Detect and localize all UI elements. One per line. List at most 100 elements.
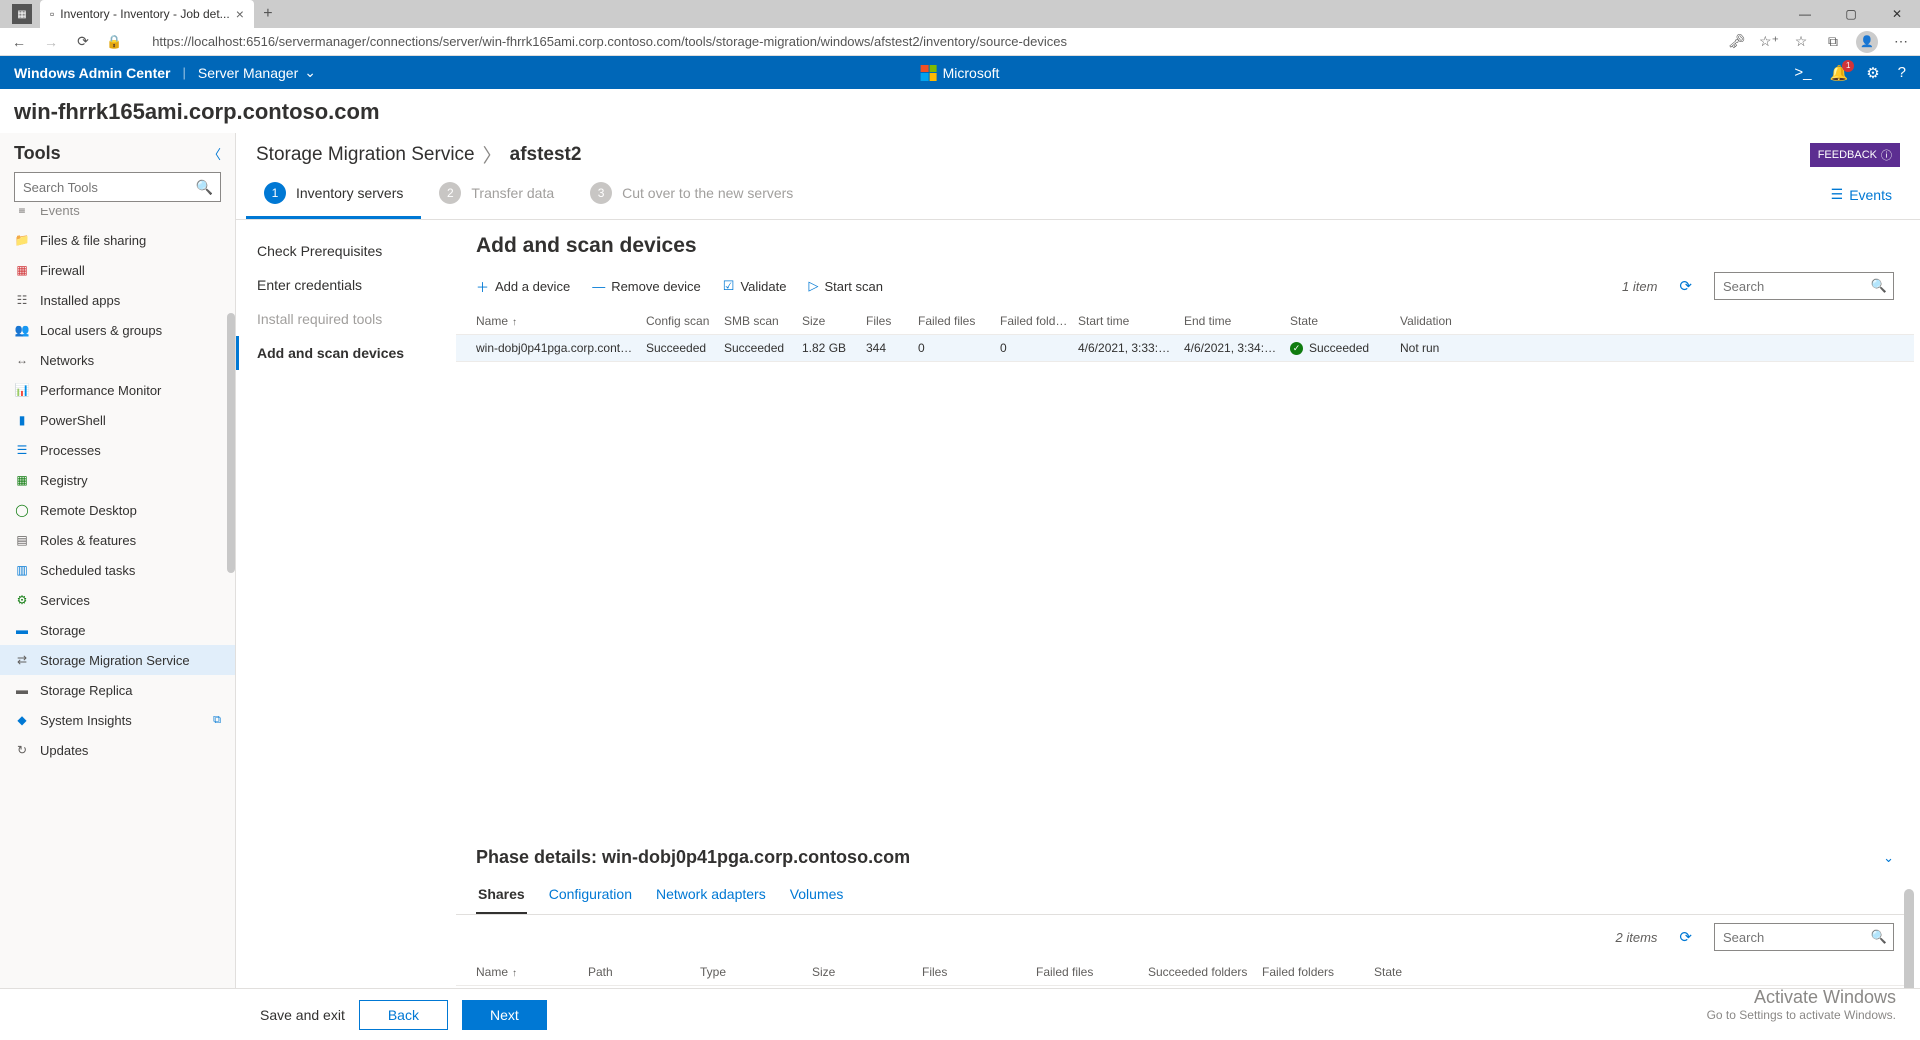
col-ffolders[interactable]: Failed folders — [1000, 314, 1078, 328]
search-input[interactable] — [1714, 923, 1894, 951]
start-scan-button[interactable]: ▷Start scan — [808, 278, 883, 294]
events-link[interactable]: ☰ Events — [1813, 186, 1910, 215]
url-bar[interactable]: https://localhost:6516/servermanager/con… — [144, 34, 1714, 49]
col-size[interactable]: Size — [812, 965, 922, 979]
subnav-add-scan[interactable]: Add and scan devices — [236, 336, 456, 370]
col-end[interactable]: End time — [1184, 314, 1290, 328]
col-size[interactable]: Size — [802, 314, 866, 328]
refresh-icon[interactable]: ⟳ — [1679, 277, 1692, 295]
phase-tabs: Shares Configuration Network adapters Vo… — [456, 874, 1914, 915]
col-validation[interactable]: Validation — [1400, 314, 1472, 328]
sidebar-item-registry[interactable]: ▦Registry — [0, 465, 235, 495]
minimize-button[interactable]: — — [1782, 0, 1828, 28]
wizard-step-1[interactable]: 1 Inventory servers — [246, 182, 421, 219]
col-files[interactable]: Files — [922, 965, 1036, 979]
sidebar-item-networks[interactable]: ↔Networks — [0, 345, 235, 375]
search-input[interactable] — [1714, 272, 1894, 300]
module-dropdown[interactable]: Server Manager ⌄ — [198, 64, 316, 81]
search-icon[interactable]: 🔍 — [1871, 278, 1887, 294]
chevron-down-icon[interactable]: ⌄ — [1883, 850, 1894, 866]
col-files[interactable]: Files — [866, 314, 918, 328]
help-icon[interactable]: ? — [1898, 64, 1906, 81]
sidebar-item-installed-apps[interactable]: ☷Installed apps — [0, 285, 235, 315]
sidebar-item-roles-features[interactable]: ▤Roles & features — [0, 525, 235, 555]
search-icon[interactable]: 🔍 — [196, 179, 213, 196]
collapse-icon[interactable]: 〈 — [208, 144, 221, 163]
col-state[interactable]: State — [1290, 314, 1400, 328]
sidebar-item-storage-migration-service[interactable]: ⇄Storage Migration Service — [0, 645, 235, 675]
lock-icon[interactable]: 🔒 — [106, 34, 122, 50]
col-smb[interactable]: SMB scan — [724, 314, 802, 328]
col-config[interactable]: Config scan — [646, 314, 724, 328]
favorites-icon[interactable]: ☆ — [1792, 33, 1810, 51]
col-path[interactable]: Path — [588, 965, 700, 979]
sidebar-item-remote-desktop[interactable]: ◯Remote Desktop — [0, 495, 235, 525]
sidebar-item-storage[interactable]: ▬Storage — [0, 615, 235, 645]
col-name[interactable]: Name↑ — [476, 314, 646, 328]
sidebar-item-performance-monitor[interactable]: 📊Performance Monitor — [0, 375, 235, 405]
plus-icon: ＋ — [476, 277, 489, 296]
maximize-button[interactable]: ▢ — [1828, 0, 1874, 28]
subnav-credentials[interactable]: Enter credentials — [236, 268, 456, 302]
sidebar-item-storage-replica[interactable]: ▬Storage Replica — [0, 675, 235, 705]
col-name[interactable]: Name↑ — [476, 965, 588, 979]
back-icon[interactable]: ← — [10, 33, 28, 51]
browser-tab[interactable]: ▫ Inventory - Inventory - Job det... × — [40, 0, 254, 28]
search-input[interactable] — [14, 172, 221, 202]
sidebar-item-events[interactable]: ≡Events — [0, 208, 235, 225]
back-button[interactable]: Back — [359, 1000, 448, 1030]
tab-network[interactable]: Network adapters — [654, 880, 768, 914]
refresh-icon[interactable]: ⟳ — [1679, 928, 1692, 946]
next-button[interactable]: Next — [462, 1000, 547, 1030]
feedback-button[interactable]: FEEDBACK ⓘ — [1810, 143, 1900, 167]
remove-device-button[interactable]: —Remove device — [592, 279, 701, 294]
table-row[interactable]: win-dobj0p41pga.corp.contoso.com Succeed… — [456, 335, 1914, 362]
more-icon[interactable]: ⋯ — [1892, 33, 1910, 51]
console-icon[interactable]: >_ — [1794, 64, 1811, 81]
search-icon[interactable]: 🔍 — [1871, 929, 1887, 945]
play-icon: ▷ — [808, 278, 818, 294]
notifications-icon[interactable]: 🔔1 — [1830, 64, 1849, 82]
col-start[interactable]: Start time — [1078, 314, 1184, 328]
validate-button[interactable]: ☑Validate — [723, 278, 787, 294]
gear-icon[interactable]: ⚙ — [1866, 64, 1879, 82]
key-icon[interactable]: 🗝 — [1728, 33, 1746, 51]
new-tab-button[interactable]: + — [254, 0, 282, 28]
profile-avatar[interactable]: 👤 — [1856, 31, 1878, 53]
col-type[interactable]: Type — [700, 965, 812, 979]
col-ffolders[interactable]: Failed folders — [1262, 965, 1374, 979]
refresh-icon[interactable]: ⟳ — [74, 33, 92, 51]
popout-icon[interactable]: ⧉ — [213, 714, 221, 727]
reader-icon[interactable]: ☆⁺ — [1760, 33, 1778, 51]
wizard-step-2[interactable]: 2 Transfer data — [421, 182, 572, 219]
sidebar-item-files-file-sharing[interactable]: 📁Files & file sharing — [0, 225, 235, 255]
minus-icon: — — [592, 279, 605, 294]
sidebar-item-services[interactable]: ⚙Services — [0, 585, 235, 615]
sidebar-item-processes[interactable]: ☰Processes — [0, 435, 235, 465]
col-state[interactable]: State — [1374, 965, 1494, 979]
save-exit-link[interactable]: Save and exit — [260, 1007, 345, 1023]
sidebar-item-system-insights[interactable]: ◆System Insights⧉ — [0, 705, 235, 735]
sidebar-item-firewall[interactable]: ▦Firewall — [0, 255, 235, 285]
close-window-button[interactable]: ✕ — [1874, 0, 1920, 28]
wizard-step-3[interactable]: 3 Cut over to the new servers — [572, 182, 811, 219]
sidebar-item-updates[interactable]: ↻Updates — [0, 735, 235, 765]
tab-shares[interactable]: Shares — [476, 880, 527, 914]
collections-icon[interactable]: ⧉ — [1824, 33, 1842, 51]
close-icon[interactable]: × — [236, 6, 244, 22]
tool-label: Firewall — [40, 263, 85, 278]
col-ffiles[interactable]: Failed files — [918, 314, 1000, 328]
col-sfolders[interactable]: Succeeded folders — [1148, 965, 1262, 979]
tools-list[interactable]: ≡Events📁Files & file sharing▦Firewall☷In… — [0, 208, 235, 1009]
scrollbar[interactable] — [227, 313, 235, 573]
subnav-prerequisites[interactable]: Check Prerequisites — [236, 234, 456, 268]
tool-label: Files & file sharing — [40, 233, 146, 248]
sidebar-item-local-users-groups[interactable]: 👥Local users & groups — [0, 315, 235, 345]
sidebar-item-scheduled-tasks[interactable]: ▥Scheduled tasks — [0, 555, 235, 585]
sidebar-item-powershell[interactable]: ▮PowerShell — [0, 405, 235, 435]
breadcrumb-root[interactable]: Storage Migration Service — [256, 144, 475, 166]
add-device-button[interactable]: ＋Add a device — [476, 277, 570, 296]
tab-configuration[interactable]: Configuration — [547, 880, 634, 914]
col-ffiles[interactable]: Failed files — [1036, 965, 1148, 979]
tab-volumes[interactable]: Volumes — [788, 880, 846, 914]
